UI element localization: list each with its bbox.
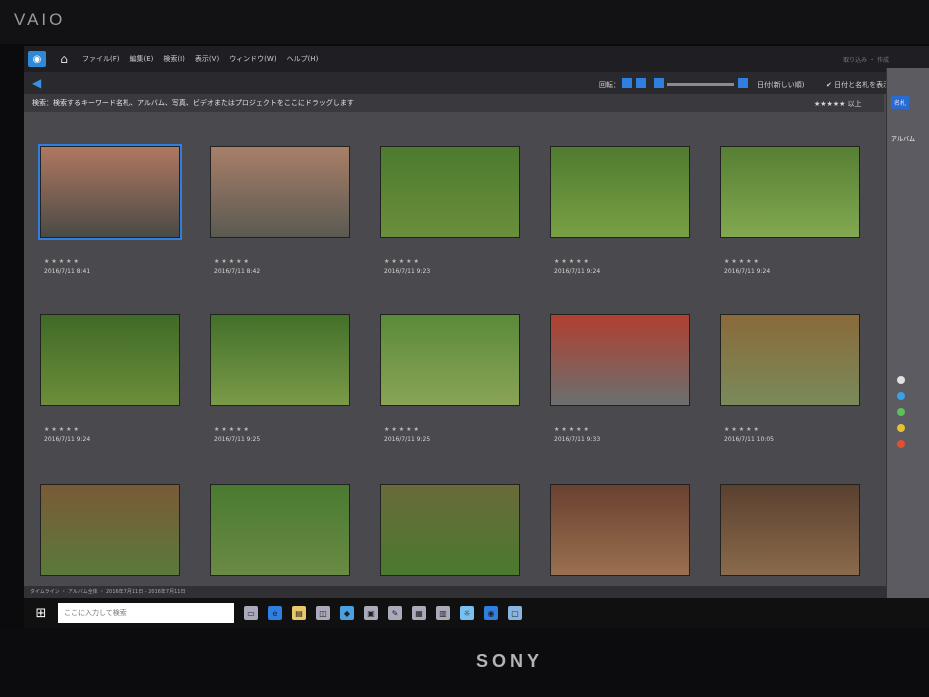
- back-arrow-icon[interactable]: ◀: [32, 76, 41, 90]
- photo-thumbnail[interactable]: [210, 146, 350, 238]
- thumbnail-size-small-button[interactable]: [654, 78, 664, 88]
- photo-thumbnail[interactable]: [380, 314, 520, 406]
- windows-start-icon[interactable]: ⊞: [30, 602, 52, 624]
- photo-date: 2016/7/11 8:41: [44, 268, 91, 275]
- side-panel-album-label[interactable]: アルバム: [891, 134, 915, 143]
- rotate-left-button[interactable]: [622, 78, 632, 88]
- rotate-right-button[interactable]: [636, 78, 646, 88]
- photo-thumbnail-cell[interactable]: ★★★★★ 2016/7/11 8:42: [210, 146, 360, 306]
- photo-thumbnail[interactable]: [40, 314, 180, 406]
- edge-browser-icon[interactable]: e: [268, 606, 282, 620]
- photo-rating-stars[interactable]: ★★★★★: [724, 426, 761, 433]
- sony-logo: SONY: [476, 651, 544, 671]
- photo-thumbnail[interactable]: [720, 146, 860, 238]
- thumbnail-size-slider[interactable]: [667, 83, 734, 86]
- screen: ◉ ⌂ ファイル(F) 編集(E) 検索(I) 表示(V) ウィンドウ(W) ヘ…: [24, 46, 929, 628]
- photo-thumbnail[interactable]: [380, 484, 520, 576]
- menu-bar: ◉ ⌂ ファイル(F) 編集(E) 検索(I) 表示(V) ウィンドウ(W) ヘ…: [24, 46, 929, 72]
- photo-thumbnail[interactable]: [550, 314, 690, 406]
- photo-grid: ★★★★★ 2016/7/11 8:41 ★★★★★ 2016/7/11 8:42 ★★…: [24, 116, 884, 626]
- monitor-bezel-top: VAIO: [0, 0, 929, 44]
- thumbnail-size-large-button[interactable]: [738, 78, 748, 88]
- photo-date: 2016/7/11 9:24: [724, 268, 771, 275]
- task-view-icon[interactable]: ▭: [244, 606, 258, 620]
- photo-thumbnail[interactable]: [720, 484, 860, 576]
- photo-app-taskbar-icon[interactable]: ◉: [484, 606, 498, 620]
- photo-date: 2016/7/11 9:25: [214, 436, 261, 443]
- photo-thumbnail[interactable]: [210, 314, 350, 406]
- toolbar: ◀ 回転： 日付(新しい順) ✔ 日付と名札を表示: [24, 72, 929, 94]
- photo-thumbnail-cell[interactable]: ★★★★★ 2016/7/11 9:24: [40, 314, 190, 474]
- photo-rating-stars[interactable]: ★★★★★: [724, 258, 761, 265]
- photo-rating-stars[interactable]: ★★★★★: [214, 258, 251, 265]
- photo-thumbnail[interactable]: [38, 144, 182, 240]
- app-icon-7[interactable]: ▢: [508, 606, 522, 620]
- menu-file[interactable]: ファイル(F): [82, 54, 120, 64]
- file-explorer-icon[interactable]: ▤: [292, 606, 306, 620]
- side-panel: 名札 アルバム: [886, 68, 929, 608]
- monitor-bezel-bottom: [0, 628, 929, 697]
- taskbar-search-input[interactable]: ここに入力して検索: [58, 603, 234, 623]
- photo-rating-stars[interactable]: ★★★★★: [214, 426, 251, 433]
- app-icon-4[interactable]: ▦: [412, 606, 426, 620]
- app-icon-5[interactable]: ▥: [436, 606, 450, 620]
- photo-thumbnail-cell[interactable]: ★★★★★ 2016/7/11 9:24: [720, 146, 870, 306]
- photo-date: 2016/7/11 9:25: [384, 436, 431, 443]
- tag-dot-yellow[interactable]: [897, 424, 905, 432]
- menu-right-actions[interactable]: 取り込み ・ 作成: [843, 55, 889, 64]
- photo-thumbnail-cell[interactable]: ★★★★★ 2016/7/11 9:33: [550, 314, 700, 474]
- search-text: 検索：検索するキーワード名札、アルバム、写真、ビデオまたはプロジェクトをここにド…: [32, 99, 354, 107]
- photo-date: 2016/7/11 9:24: [44, 436, 91, 443]
- app-icon-2[interactable]: ▣: [364, 606, 378, 620]
- photo-rating-stars[interactable]: ★★★★★: [384, 426, 421, 433]
- photo-rating-stars[interactable]: ★★★★★: [44, 426, 81, 433]
- tag-dot-green[interactable]: [897, 408, 905, 416]
- store-icon[interactable]: ◫: [316, 606, 330, 620]
- photo-thumbnail[interactable]: [380, 146, 520, 238]
- photo-thumbnail[interactable]: [550, 146, 690, 238]
- photo-date: 2016/7/11 9:24: [554, 268, 601, 275]
- app-icon-3[interactable]: ✎: [388, 606, 402, 620]
- photo-rating-stars[interactable]: ★★★★★: [44, 258, 81, 265]
- photo-thumbnail[interactable]: [720, 314, 860, 406]
- tag-dot-blue[interactable]: [897, 392, 905, 400]
- side-panel-title[interactable]: 名札: [891, 96, 910, 109]
- rotate-label: 回転：: [599, 81, 620, 89]
- photo-date: 2016/7/11 9:33: [554, 436, 601, 443]
- tag-dot-red[interactable]: [897, 440, 905, 448]
- app-icon-6[interactable]: ☼: [460, 606, 474, 620]
- windows-taskbar: ⊞ ここに入力して検索 ▭ e ▤ ◫ ◆ ▣ ✎ ▦ ▥ ☼ ◉ ▢: [24, 598, 929, 628]
- tag-dot-white[interactable]: [897, 376, 905, 384]
- photo-thumbnail-cell[interactable]: ★★★★★ 2016/7/11 9:25: [380, 314, 530, 474]
- status-bar: タイムライン ・ アルバム全体 ・ 2016年7月11日 - 2016年7月11…: [24, 586, 890, 598]
- app-icon-1[interactable]: ◆: [340, 606, 354, 620]
- photo-rating-stars[interactable]: ★★★★★: [554, 258, 591, 265]
- show-dates-toggle[interactable]: ✔ 日付と名札を表示: [826, 80, 890, 90]
- home-icon[interactable]: ⌂: [56, 51, 72, 67]
- photo-thumbnail[interactable]: [40, 484, 180, 576]
- photo-date: 2016/7/11 10:05: [724, 436, 774, 443]
- vaio-logo: VAIO: [14, 10, 66, 29]
- search-bar[interactable]: 検索：検索するキーワード名札、アルバム、写真、ビデオまたはプロジェクトをここにド…: [24, 94, 884, 112]
- sort-dropdown[interactable]: 日付(新しい順): [757, 80, 804, 90]
- rating-filter[interactable]: ★★★★★ 以上: [814, 99, 862, 109]
- photo-thumbnail[interactable]: [210, 484, 350, 576]
- menu-search[interactable]: 検索(I): [163, 54, 185, 64]
- menu-edit[interactable]: 編集(E): [130, 54, 154, 64]
- menu-window[interactable]: ウィンドウ(W): [229, 54, 276, 64]
- photo-thumbnail-cell[interactable]: ★★★★★ 2016/7/11 9:23: [380, 146, 530, 306]
- photo-thumbnail-cell[interactable]: ★★★★★ 2016/7/11 9:24: [550, 146, 700, 306]
- menu-help[interactable]: ヘルプ(H): [287, 54, 319, 64]
- photo-rating-stars[interactable]: ★★★★★: [384, 258, 421, 265]
- camera-app-icon[interactable]: ◉: [28, 51, 46, 67]
- photo-thumbnail-cell[interactable]: ★★★★★ 2016/7/11 10:05: [720, 314, 870, 474]
- photo-thumbnail[interactable]: [550, 484, 690, 576]
- photo-rating-stars[interactable]: ★★★★★: [554, 426, 591, 433]
- photo-date: 2016/7/11 8:42: [214, 268, 261, 275]
- photo-date: 2016/7/11 9:23: [384, 268, 431, 275]
- photo-thumbnail-cell[interactable]: ★★★★★ 2016/7/11 8:41: [38, 144, 190, 306]
- photo-thumbnail-cell[interactable]: ★★★★★ 2016/7/11 9:25: [210, 314, 360, 474]
- menu-view[interactable]: 表示(V): [195, 54, 219, 64]
